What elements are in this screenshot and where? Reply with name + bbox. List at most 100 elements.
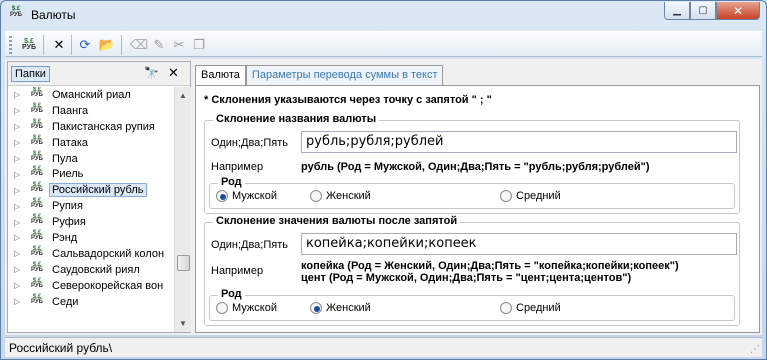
- expand-arrow-icon[interactable]: ▷: [14, 218, 26, 227]
- tree-item[interactable]: ▷ $.£ РУБ Седи: [8, 294, 174, 310]
- radio-feminine[interactable]: Женский: [310, 302, 371, 314]
- example-label: Например: [211, 265, 264, 277]
- expand-arrow-icon[interactable]: ▷: [14, 297, 26, 306]
- example-text: рубль (Род = Мужской, Один;Два;Пять = "р…: [301, 161, 650, 173]
- gender-group: Род Мужской Женский Средний: [209, 176, 735, 209]
- tree-item[interactable]: ▷ $.£ РУБ Пакистанская рупия: [8, 119, 174, 135]
- main-window: $.£ РУБ Валюты ▁ ▢ ✕ $.£ РУБ ✕ ⟳ 📂 ⌫ ✎ ✂…: [0, 0, 767, 360]
- money-icon: $.£ РУБ: [31, 277, 43, 289]
- radio-masculine[interactable]: Мужской: [216, 190, 277, 202]
- money-icon: $.£ РУБ: [31, 198, 43, 210]
- close-button[interactable]: ✕: [716, 2, 760, 20]
- clear-format-button[interactable]: ✎: [149, 35, 169, 55]
- tree-item[interactable]: ▷ $.£ РУБ Паанга: [8, 103, 174, 119]
- toolbar-grip[interactable]: [9, 36, 12, 54]
- money-icon: $.£ РУБ: [31, 229, 43, 241]
- expand-arrow-icon[interactable]: ▷: [14, 265, 26, 274]
- tree-item-label: Пула: [52, 152, 78, 165]
- expand-arrow-icon[interactable]: ▷: [14, 233, 26, 242]
- tree-item[interactable]: ▷ $.£ РУБ Саудовский риял: [8, 262, 174, 278]
- cut-button[interactable]: ✂: [169, 35, 189, 55]
- tree-item-label: Рупия: [52, 200, 83, 213]
- open-folder-button[interactable]: 📂: [97, 35, 117, 55]
- tree-item-label: Оманский риал: [52, 88, 131, 101]
- eraser-icon: ⌫: [129, 37, 149, 52]
- money-icon: $.£ РУБ: [31, 245, 43, 257]
- scroll-up-icon[interactable]: ▲: [175, 87, 191, 104]
- radio-indicator: [500, 302, 512, 314]
- tree-item[interactable]: ▷ $.£ РУБ Российский рубль: [8, 182, 174, 198]
- currency-name-input[interactable]: рубль;рубля;рублей: [301, 131, 737, 153]
- money-icon: $.£ РУБ: [31, 118, 43, 130]
- expand-arrow-icon[interactable]: ▷: [14, 202, 26, 211]
- scroll-down-icon[interactable]: ▼: [175, 315, 191, 332]
- new-currency-button[interactable]: $.£ РУБ: [19, 35, 39, 55]
- tree-scrollbar[interactable]: ▲ ▼: [174, 87, 191, 332]
- radio-feminine[interactable]: Женский: [310, 190, 371, 202]
- tree-item[interactable]: ▷ $.£ РУБ Рэнд: [8, 230, 174, 246]
- cut-icon: ✂: [173, 37, 185, 52]
- status-bar: Российский рубль\ ⋰: [5, 337, 762, 357]
- client-area: Папки 🔭 ✕ ▷ $.£ РУБ Оманский риал ▷ $.£ РУБ Паа…: [5, 59, 762, 335]
- tree-item-label: Патака: [52, 136, 88, 149]
- gender-group: Род Мужской Женский Средний: [209, 288, 735, 321]
- scroll-thumb[interactable]: [177, 255, 190, 271]
- expand-arrow-icon[interactable]: ▷: [14, 106, 26, 115]
- expand-arrow-icon[interactable]: ▷: [14, 249, 26, 258]
- radio-indicator: [216, 302, 228, 314]
- tab-currency[interactable]: Валюта: [195, 65, 246, 85]
- tab-folders[interactable]: Папки: [11, 66, 50, 82]
- tree-item-label: Рэнд: [52, 231, 78, 244]
- tree-item[interactable]: ▷ $.£ РУБ Руфия: [8, 214, 174, 230]
- radio-label: Женский: [326, 190, 371, 202]
- radio-label: Мужской: [232, 302, 277, 314]
- expand-arrow-icon[interactable]: ▷: [14, 170, 26, 179]
- radio-indicator: [216, 190, 228, 202]
- open-folder-icon: 📂: [98, 37, 116, 52]
- money-icon: $.£ РУБ: [31, 150, 43, 162]
- resize-grip-icon[interactable]: ⋰: [750, 344, 760, 355]
- radio-indicator: [500, 190, 512, 202]
- close-icon[interactable]: ✕: [168, 65, 179, 81]
- eraser-button[interactable]: ⌫: [129, 35, 149, 55]
- expand-arrow-icon[interactable]: ▷: [14, 122, 26, 131]
- refresh-button[interactable]: ⟳: [75, 35, 95, 55]
- tab-conversion-params[interactable]: Параметры перевода суммы в текст: [245, 65, 444, 85]
- money-icon: $.£ РУБ: [31, 134, 43, 146]
- expand-arrow-icon[interactable]: ▷: [14, 138, 26, 147]
- binoculars-icon[interactable]: 🔭: [144, 66, 159, 80]
- tree-item[interactable]: ▷ $.£ РУБ Патака: [8, 135, 174, 151]
- radio-neuter[interactable]: Средний: [500, 190, 561, 202]
- tree-item[interactable]: ▷ $.£ РУБ Сальвадорский колон: [8, 246, 174, 262]
- expand-arrow-icon[interactable]: ▷: [14, 281, 26, 290]
- group-title: Склонение значения валюты после запятой: [213, 215, 461, 227]
- copy-button[interactable]: ❐: [189, 35, 209, 55]
- decimal-name-input[interactable]: копейка;копейки;копеек: [301, 233, 737, 255]
- expand-arrow-icon[interactable]: ▷: [14, 90, 26, 99]
- radio-neuter[interactable]: Средний: [500, 302, 561, 314]
- tree-item-label: Пакистанская рупия: [52, 120, 155, 133]
- declension-hint: * Склонения указываются через точку с за…: [204, 94, 492, 106]
- app-money-icon: $.£ РУБ: [7, 6, 25, 24]
- money-icon: $.£ РУБ: [31, 182, 43, 194]
- tree-item[interactable]: ▷ $.£ РУБ Рупия: [8, 198, 174, 214]
- folder-panel-header: Папки 🔭 ✕: [8, 62, 190, 86]
- money-icon: $.£ РУБ: [31, 87, 43, 98]
- gender-title: Род: [218, 288, 245, 300]
- expand-arrow-icon[interactable]: ▷: [14, 186, 26, 195]
- tree-item[interactable]: ▷ $.£ РУБ Пула: [8, 151, 174, 167]
- expand-arrow-icon[interactable]: ▷: [14, 154, 26, 163]
- tree-item[interactable]: ▷ $.£ РУБ Риель: [8, 166, 174, 182]
- delete-button[interactable]: ✕: [49, 35, 69, 55]
- minimize-button[interactable]: ▁: [664, 2, 690, 20]
- tree-item-label: Седи: [52, 295, 79, 308]
- radio-label: Женский: [326, 302, 371, 314]
- radio-indicator: [310, 190, 322, 202]
- radio-masculine[interactable]: Мужской: [216, 302, 277, 314]
- delete-icon: ✕: [53, 37, 65, 52]
- example-label: Например: [211, 161, 264, 173]
- tree-item-label: Руфия: [52, 216, 86, 229]
- tree-item[interactable]: ▷ $.£ РУБ Оманский риал: [8, 87, 174, 103]
- maximize-button[interactable]: ▢: [690, 2, 716, 20]
- tree-item[interactable]: ▷ $.£ РУБ Северокорейская вон: [8, 278, 174, 294]
